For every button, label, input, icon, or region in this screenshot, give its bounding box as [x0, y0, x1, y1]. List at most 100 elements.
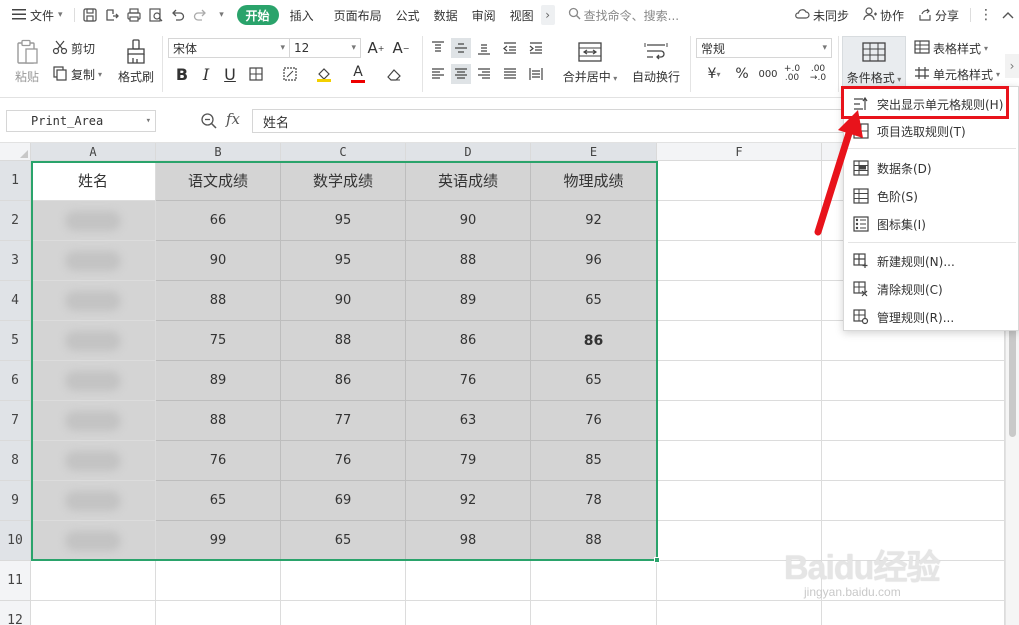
cell-c2[interactable]: 95 [281, 201, 406, 241]
tab-home[interactable]: 开始 [236, 5, 279, 25]
cell-e9[interactable]: 78 [531, 481, 657, 521]
menu-item-data-bars[interactable]: 数据条(D) [844, 154, 1019, 182]
cell-f4[interactable] [657, 281, 822, 321]
cell-f9[interactable] [657, 481, 822, 521]
cell-a2[interactable] [31, 201, 156, 241]
export-icon[interactable] [101, 4, 123, 26]
row-header-7[interactable]: 7 [0, 401, 31, 441]
italic-icon[interactable]: I [196, 64, 216, 84]
cell-d2[interactable]: 90 [406, 201, 531, 241]
more-options-icon[interactable]: ⋮ [975, 4, 997, 26]
table-style-button[interactable]: 表格样式 ▾ [914, 38, 988, 58]
cell-e7[interactable]: 76 [531, 401, 657, 441]
cell-d3[interactable]: 88 [406, 241, 531, 281]
fill-handle[interactable] [654, 557, 660, 563]
font-color-icon[interactable]: A [348, 64, 368, 84]
cell-f1[interactable] [657, 161, 822, 201]
cell-b6[interactable]: 89 [156, 361, 281, 401]
cell-b8[interactable]: 76 [156, 441, 281, 481]
cell-b2[interactable]: 66 [156, 201, 281, 241]
underline-icon[interactable]: U [220, 64, 240, 84]
redo-icon[interactable] [189, 4, 211, 26]
align-middle-icon[interactable] [451, 38, 471, 58]
more-tabs-icon[interactable]: › [540, 5, 555, 25]
cell-e12[interactable] [531, 601, 657, 625]
column-header-a[interactable]: A [31, 143, 156, 161]
percent-icon[interactable]: % [732, 64, 752, 84]
column-header-e[interactable]: E [531, 143, 657, 161]
row-header-5[interactable]: 5 [0, 321, 31, 361]
tab-data[interactable]: 数据 [427, 4, 465, 26]
quick-access-dropdown-icon[interactable]: ▾ [211, 4, 233, 26]
row-header-11[interactable]: 11 [0, 561, 31, 601]
row-header-3[interactable]: 3 [0, 241, 31, 281]
align-bottom-icon[interactable] [474, 38, 494, 58]
thousands-separator-icon[interactable]: 000 [756, 64, 780, 84]
command-search[interactable]: 查找命令、搜索... [561, 4, 686, 26]
cell-c7[interactable]: 77 [281, 401, 406, 441]
cell-e3[interactable]: 96 [531, 241, 657, 281]
cell-a1[interactable]: 姓名 [31, 161, 156, 201]
borders-icon[interactable] [246, 64, 266, 84]
file-menu[interactable]: 文件 ▾ [0, 4, 70, 26]
cell-a3[interactable] [31, 241, 156, 281]
cell-g10[interactable] [822, 521, 1005, 561]
align-top-icon[interactable] [428, 38, 448, 58]
tab-insert[interactable]: 插入 [283, 4, 321, 26]
cell-d10[interactable]: 98 [406, 521, 531, 561]
decrease-indent-icon[interactable] [500, 38, 520, 58]
cell-g7[interactable] [822, 401, 1005, 441]
row-header-2[interactable]: 2 [0, 201, 31, 241]
cell-f11[interactable] [657, 561, 822, 601]
align-center-icon[interactable] [451, 64, 471, 84]
undo-icon[interactable] [167, 4, 189, 26]
align-right-icon[interactable] [474, 64, 494, 84]
cell-d4[interactable]: 89 [406, 281, 531, 321]
cell-a4[interactable] [31, 281, 156, 321]
print-icon[interactable] [123, 4, 145, 26]
row-header-6[interactable]: 6 [0, 361, 31, 401]
column-header-b[interactable]: B [156, 143, 281, 161]
fill-pattern-icon[interactable] [280, 64, 300, 84]
cell-f10[interactable] [657, 521, 822, 561]
cell-b1[interactable]: 语文成绩 [156, 161, 281, 201]
cell-b5[interactable]: 75 [156, 321, 281, 361]
cell-e11[interactable] [531, 561, 657, 601]
menu-item-icon-sets[interactable]: 图标集(I) [844, 210, 1019, 238]
cell-a9[interactable] [31, 481, 156, 521]
column-header-c[interactable]: C [281, 143, 406, 161]
format-painter-button[interactable]: 格式刷 [114, 36, 158, 88]
column-header-f[interactable]: F [657, 143, 822, 161]
cell-g11[interactable] [822, 561, 1005, 601]
conditional-format-button[interactable]: 条件格式 ▾ [842, 36, 906, 92]
cell-a12[interactable] [31, 601, 156, 625]
row-header-9[interactable]: 9 [0, 481, 31, 521]
select-all-corner[interactable] [0, 143, 31, 161]
cell-g9[interactable] [822, 481, 1005, 521]
increase-font-icon[interactable]: A + [366, 38, 386, 58]
cut-button[interactable]: 剪切 [52, 38, 95, 58]
cell-d8[interactable]: 79 [406, 441, 531, 481]
cell-b7[interactable]: 88 [156, 401, 281, 441]
number-format-select[interactable]: 常规 ▾ [696, 38, 832, 58]
cell-d9[interactable]: 92 [406, 481, 531, 521]
cell-f8[interactable] [657, 441, 822, 481]
justify-icon[interactable] [500, 64, 520, 84]
cell-c8[interactable]: 76 [281, 441, 406, 481]
tab-view[interactable]: 视图 [503, 4, 541, 26]
row-header-1[interactable]: 1 [0, 161, 31, 201]
row-header-4[interactable]: 4 [0, 281, 31, 321]
zoom-icon[interactable] [200, 112, 218, 130]
align-left-icon[interactable] [428, 64, 448, 84]
cell-b3[interactable]: 90 [156, 241, 281, 281]
cell-d5[interactable]: 86 [406, 321, 531, 361]
cell-g6[interactable] [822, 361, 1005, 401]
menu-item-manage-rules[interactable]: 管理规则(R)... [844, 303, 1019, 331]
font-size-select[interactable]: 12 ▾ [289, 38, 361, 58]
cell-d7[interactable]: 63 [406, 401, 531, 441]
cell-d11[interactable] [406, 561, 531, 601]
column-header-d[interactable]: D [406, 143, 531, 161]
cell-g12[interactable] [822, 601, 1005, 625]
cell-a6[interactable] [31, 361, 156, 401]
cell-a5[interactable] [31, 321, 156, 361]
